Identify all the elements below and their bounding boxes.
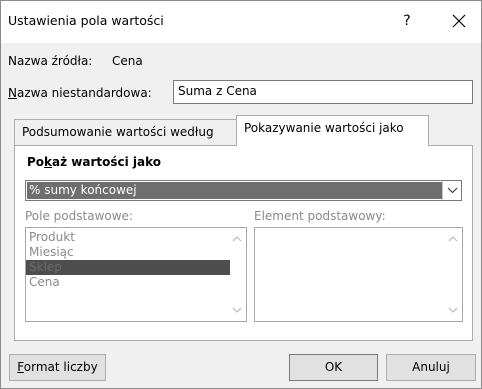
show-values-as-panel: Pokaż wartości jako % sumy końcowej Pole…	[14, 145, 473, 341]
custom-name-accesskey: N	[8, 86, 17, 100]
help-button[interactable]: ?	[385, 5, 429, 37]
custom-name-label: Nazwa niestandardowa:	[8, 86, 152, 100]
base-field-label: Pole podstawowe:	[25, 209, 133, 223]
scroll-up-icon[interactable]	[447, 234, 459, 244]
show-values-as-dropdown[interactable]: % sumy końcowej	[25, 180, 462, 201]
list-item-selected[interactable]: Sklep	[26, 260, 230, 275]
source-name-label: Nazwa źródła:	[8, 54, 93, 68]
tab-summarize-by[interactable]: Podsumowanie wartości według	[14, 119, 237, 145]
number-format-label: ormat liczby	[23, 360, 98, 374]
close-button[interactable]	[437, 5, 481, 37]
close-icon	[452, 14, 466, 28]
scroll-down-icon[interactable]	[231, 305, 243, 315]
scroll-down-icon[interactable]	[447, 305, 459, 315]
tab-show-values-as[interactable]: Pokazywanie wartości jako	[236, 115, 429, 146]
value-field-settings-dialog: Ustawienia pola wartości ? Nazwa źródła:…	[0, 0, 482, 389]
base-item-label: Element podstawowy:	[254, 209, 386, 223]
custom-name-label-text: azwa niestandardowa:	[16, 86, 152, 100]
list-item[interactable]: Produkt	[26, 230, 246, 245]
show-values-as-heading: Pokaż wartości jako	[27, 155, 161, 169]
custom-name-input[interactable]: Suma z Cena	[173, 80, 473, 104]
heading-part: Po	[27, 155, 45, 169]
scroll-up-icon[interactable]	[231, 234, 243, 244]
heading-part: aż wartości jako	[52, 155, 162, 169]
source-name-value: Cena	[112, 54, 143, 68]
dropdown-button[interactable]	[442, 181, 461, 200]
number-format-button[interactable]: Format liczby	[9, 354, 106, 381]
base-item-list[interactable]	[254, 227, 463, 322]
dialog-title: Ustawienia pola wartości	[8, 13, 164, 28]
cancel-button[interactable]: Anuluj	[386, 354, 476, 381]
list-item[interactable]: Cena	[26, 275, 246, 290]
title-bar: Ustawienia pola wartości ?	[1, 1, 481, 43]
base-field-list[interactable]: Produkt Miesiąc Sklep Cena	[25, 227, 247, 322]
ok-button[interactable]: OK	[289, 354, 378, 381]
show-values-as-selected: % sumy końcowej	[27, 182, 442, 199]
list-item[interactable]: Miesiąc	[26, 245, 246, 260]
chevron-down-icon	[447, 187, 458, 194]
heading-accesskey: k	[44, 155, 53, 169]
